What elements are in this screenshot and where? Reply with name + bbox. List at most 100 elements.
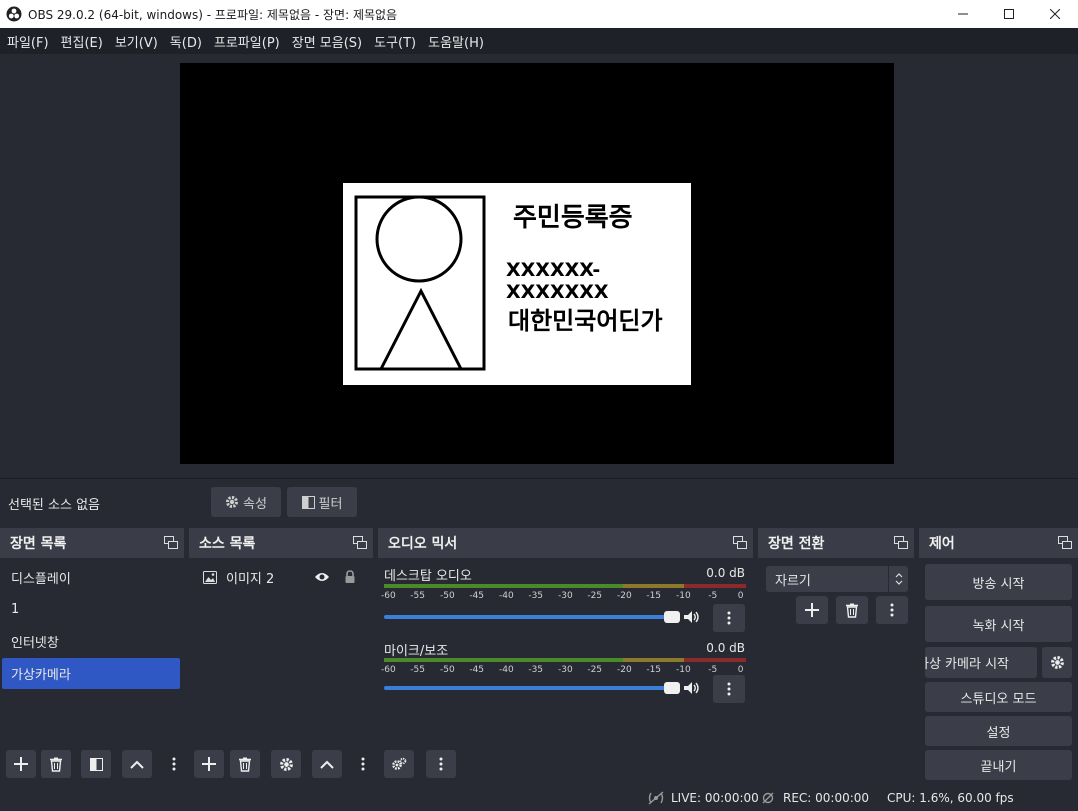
- add-scene-button[interactable]: [6, 750, 36, 778]
- mixer-more-button[interactable]: [426, 750, 456, 778]
- scene-item-browser[interactable]: 인터넷창: [2, 626, 180, 657]
- source-toolbar: 선택된 소스 없음 속성 필터: [0, 478, 1078, 524]
- speaker-icon[interactable]: [683, 610, 701, 624]
- volume-meter: [384, 584, 746, 588]
- scenes-dock: 장면 목록 디스플레이 1 인터넷창 가상카메라: [0, 528, 184, 784]
- chevron-updown-icon: [895, 573, 902, 585]
- slider-handle[interactable]: [664, 682, 680, 694]
- tick-label: -55: [410, 665, 426, 675]
- tick-label: -40: [498, 665, 514, 675]
- tick-label: -5: [708, 665, 718, 675]
- add-source-button[interactable]: [194, 750, 224, 778]
- tick-label: -40: [498, 591, 514, 601]
- volume-slider[interactable]: [384, 611, 680, 623]
- speaker-icon[interactable]: [683, 681, 701, 695]
- button-label: 가상 카메라 시작: [925, 657, 1009, 672]
- controls-title: 제어: [929, 536, 955, 552]
- lock-icon[interactable]: [344, 570, 356, 584]
- scene-filters-button[interactable]: [81, 750, 111, 778]
- plus-icon: [805, 603, 819, 617]
- exit-button[interactable]: 끝내기: [925, 750, 1072, 780]
- tick-label: -5: [708, 591, 718, 601]
- menu-scene-collection[interactable]: 장면 모음(S): [288, 32, 366, 51]
- scene-more-button[interactable]: [167, 750, 181, 778]
- close-button[interactable]: [1032, 0, 1078, 28]
- tick-label: -10: [676, 665, 691, 675]
- program-preview[interactable]: 주민등록증 XXXXXX-XXXXXXX 대한민국어딘가: [180, 63, 894, 464]
- start-streaming-button[interactable]: 방송 시작: [925, 564, 1072, 600]
- id-card-image: 주민등록증 XXXXXX-XXXXXXX 대한민국어딘가: [343, 183, 691, 385]
- filter-icon: [89, 757, 103, 771]
- move-source-up-button[interactable]: [312, 750, 342, 778]
- dock-float-icon[interactable]: [1058, 536, 1072, 549]
- studio-mode-button[interactable]: 스튜디오 모드: [925, 682, 1072, 712]
- source-item-image[interactable]: 이미지 2: [191, 562, 371, 592]
- remove-source-button[interactable]: [230, 750, 260, 778]
- scene-item-1[interactable]: 1: [2, 594, 180, 625]
- transition-select[interactable]: 자르기: [766, 566, 908, 592]
- dock-float-icon[interactable]: [894, 536, 908, 549]
- dock-float-icon[interactable]: [164, 536, 178, 549]
- menu-docks[interactable]: 독(D): [166, 32, 206, 51]
- move-scene-up-button[interactable]: [122, 750, 152, 778]
- scene-label: 가상카메라: [11, 668, 71, 683]
- virtual-camera-settings-button[interactable]: [1042, 647, 1072, 678]
- volume-slider[interactable]: [384, 682, 680, 694]
- mixer-title: 오디오 믹서: [388, 536, 458, 552]
- rec-status: REC: 00:00:00: [783, 791, 870, 805]
- menu-tools[interactable]: 도구(T): [370, 32, 420, 51]
- scene-label: 1: [11, 602, 20, 617]
- transition-properties-button[interactable]: [876, 596, 908, 624]
- advanced-audio-button[interactable]: [384, 750, 414, 778]
- filter-icon: [301, 495, 315, 509]
- more-vertical-icon: [727, 611, 731, 625]
- settings-button[interactable]: 설정: [925, 716, 1072, 746]
- tick-label: -25: [587, 591, 603, 601]
- controls-header: 제어: [919, 528, 1078, 558]
- menu-help[interactable]: 도움말(H): [424, 32, 488, 51]
- scene-item-virtual-camera[interactable]: 가상카메라: [2, 658, 180, 689]
- filters-button[interactable]: 필터: [287, 487, 357, 517]
- scene-item-display[interactable]: 디스플레이: [2, 562, 180, 593]
- tick-label: -50: [439, 665, 455, 675]
- status-bar: LIVE: 00:00:00 REC: 00:00:00 CPU: 1.6%, …: [0, 785, 1078, 811]
- slider-handle[interactable]: [664, 611, 680, 623]
- menu-profile[interactable]: 프로파일(P): [210, 32, 284, 51]
- transitions-dock: 장면 전환 자르기: [758, 528, 914, 784]
- remove-transition-button[interactable]: [836, 596, 868, 624]
- visibility-eye-icon[interactable]: [314, 571, 330, 583]
- controls-dock: 제어 방송 시작 녹화 시작 가상 카메라 시작 스튜디오 모드 설정 끝내기: [919, 528, 1078, 784]
- remove-scene-button[interactable]: [41, 750, 71, 778]
- rec-status-icon: [762, 792, 774, 804]
- plus-icon: [14, 757, 28, 771]
- source-more-button[interactable]: [356, 750, 370, 778]
- tick-label: -35: [528, 591, 544, 601]
- dock-float-icon[interactable]: [353, 536, 367, 549]
- start-recording-button[interactable]: 녹화 시작: [925, 606, 1072, 642]
- button-label: 끝내기: [980, 759, 1017, 775]
- channel-menu-button[interactable]: [713, 675, 745, 703]
- more-vertical-icon: [890, 603, 894, 617]
- tick-label: 0: [737, 665, 744, 675]
- channel-menu-button[interactable]: [713, 604, 745, 632]
- image-icon: [203, 570, 217, 584]
- properties-button[interactable]: 속성: [211, 487, 281, 517]
- source-properties-button[interactable]: [271, 750, 301, 778]
- gears-icon: [392, 757, 407, 770]
- menu-view[interactable]: 보기(V): [111, 32, 162, 51]
- obs-logo-icon: [6, 6, 22, 22]
- start-virtual-camera-button[interactable]: 가상 카메라 시작: [925, 647, 1037, 678]
- tick-label: -25: [587, 665, 603, 675]
- tick-label: -30: [558, 591, 573, 601]
- minimize-button[interactable]: [940, 0, 986, 28]
- maximize-button[interactable]: [986, 0, 1032, 28]
- scene-label: 인터넷창: [11, 636, 59, 651]
- menu-edit[interactable]: 편집(E): [57, 32, 107, 51]
- menu-file[interactable]: 파일(F): [3, 32, 53, 51]
- dock-float-icon[interactable]: [733, 536, 747, 549]
- volume-meter: [384, 658, 746, 662]
- window-title: OBS 29.0.2 (64-bit, windows) - 프로파일: 제목없…: [28, 7, 398, 22]
- mixer-header: 오디오 믹서: [378, 528, 753, 558]
- channel-db: 0.0 dB: [706, 641, 745, 655]
- add-transition-button[interactable]: [796, 596, 828, 624]
